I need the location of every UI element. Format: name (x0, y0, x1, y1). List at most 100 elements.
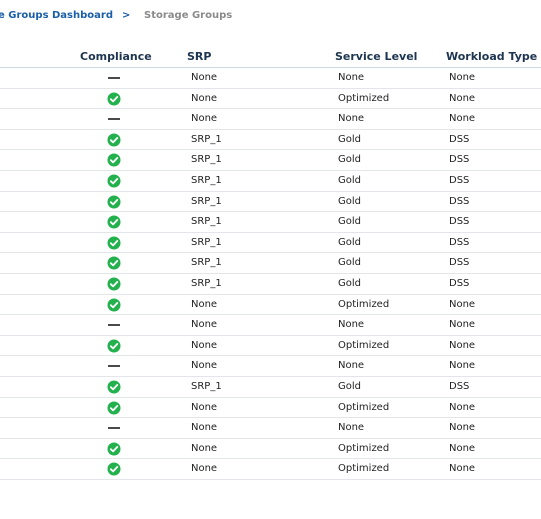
table-row[interactable]: None None None (0, 356, 541, 377)
service-level-cell: Optimized (338, 442, 390, 454)
service-level-cell: Gold (338, 154, 361, 166)
check-circle-icon (107, 401, 121, 414)
compliance-cell (107, 133, 121, 147)
workload-type-cell: None (449, 298, 476, 310)
table-row[interactable]: None Optimized None (0, 439, 541, 460)
compliance-cell (107, 256, 121, 270)
srp-cell: None (191, 401, 218, 413)
workload-type-cell: DSS (449, 257, 470, 269)
table-row[interactable]: SRP_1 Gold DSS (0, 274, 541, 295)
table-row[interactable]: None None None (0, 418, 541, 439)
service-level-cell: Gold (338, 133, 361, 145)
workload-type-cell: None (449, 339, 476, 351)
table-row[interactable]: SRP_1 Gold DSS (0, 253, 541, 274)
compliance-cell (107, 215, 121, 229)
srp-cell: None (191, 72, 218, 83)
table-row[interactable]: SRP_1 Gold DSS (0, 150, 541, 171)
srp-cell: None (191, 360, 218, 372)
service-level-cell: Gold (338, 257, 361, 269)
table-row[interactable]: None Optimized None (0, 89, 541, 110)
service-level-cell: Optimized (338, 339, 390, 351)
srp-cell: SRP_1 (191, 195, 222, 207)
breadcrumb-parent-wrap: Storage Groups Dashboard (0, 9, 113, 23)
workload-type-cell: DSS (449, 236, 470, 248)
column-header-srp[interactable]: SRP (187, 50, 211, 63)
workload-type-cell: DSS (449, 133, 470, 145)
table-header-row: Compliance SRP Service Level Workload Ty… (0, 46, 541, 68)
table-row[interactable]: None None None (0, 315, 541, 336)
check-circle-icon (107, 442, 121, 456)
table-row[interactable]: SRP_1 Gold DSS (0, 212, 541, 233)
check-circle-icon (107, 174, 121, 188)
table-row[interactable]: None Optimized None (0, 459, 541, 480)
workload-type-cell: DSS (449, 154, 470, 166)
service-level-cell: Gold (338, 195, 361, 207)
srp-cell: SRP_1 (191, 216, 222, 228)
compliance-cell (107, 195, 121, 209)
compliance-cell (107, 442, 121, 456)
check-circle-icon (107, 462, 121, 476)
service-level-cell: Gold (338, 380, 361, 392)
breadcrumb-separator: > (122, 10, 131, 21)
compliance-cell (107, 153, 121, 167)
storage-groups-page: Storage Groups Dashboard > Storage Group… (0, 0, 541, 519)
compliance-cell (107, 112, 121, 126)
storage-groups-table: Compliance SRP Service Level Workload Ty… (0, 46, 541, 480)
table-row[interactable]: None Optimized None (0, 336, 541, 357)
table-row[interactable]: SRP_1 Gold DSS (0, 377, 541, 398)
table-row[interactable]: SRP_1 Gold DSS (0, 192, 541, 213)
table-row[interactable]: None None None (0, 109, 541, 130)
service-level-cell: Gold (338, 174, 361, 186)
table-row[interactable]: SRP_1 Gold DSS (0, 171, 541, 192)
table-row[interactable]: None None None (0, 68, 541, 89)
service-level-cell: None (338, 72, 365, 83)
service-level-cell: None (338, 113, 365, 125)
service-level-cell: Gold (338, 236, 361, 248)
dash-icon (108, 427, 120, 430)
column-header-service-level[interactable]: Service Level (335, 50, 417, 63)
workload-type-cell: None (449, 442, 476, 454)
compliance-cell (107, 174, 121, 188)
check-circle-icon (107, 92, 121, 106)
check-circle-icon (107, 236, 121, 250)
srp-cell: None (191, 298, 218, 310)
service-level-cell: Gold (338, 216, 361, 228)
compliance-cell (107, 236, 121, 250)
srp-cell: SRP_1 (191, 174, 222, 186)
service-level-cell: Gold (338, 277, 361, 289)
compliance-cell (107, 462, 121, 476)
dash-icon (108, 365, 120, 368)
check-circle-icon (107, 256, 121, 270)
srp-cell: None (191, 422, 218, 434)
table-row[interactable]: None Optimized None (0, 398, 541, 419)
table-row[interactable]: None Optimized None (0, 295, 541, 316)
column-header-compliance[interactable]: Compliance (80, 50, 152, 63)
table-body: None None None None Optimized None None None Non… (0, 68, 541, 480)
srp-cell: None (191, 442, 218, 454)
service-level-cell: Optimized (338, 298, 390, 310)
srp-cell: SRP_1 (191, 154, 222, 166)
check-circle-icon (107, 380, 121, 394)
srp-cell: SRP_1 (191, 133, 222, 145)
service-level-cell: Optimized (338, 401, 390, 413)
check-circle-icon (107, 298, 121, 312)
compliance-cell (107, 318, 121, 332)
workload-type-cell: DSS (449, 195, 470, 207)
breadcrumb-parent-link[interactable]: Storage Groups Dashboard (0, 9, 113, 23)
srp-cell: SRP_1 (191, 236, 222, 248)
workload-type-cell: None (449, 401, 476, 413)
service-level-cell: Optimized (338, 463, 390, 475)
table-row[interactable]: SRP_1 Gold DSS (0, 130, 541, 151)
workload-type-cell: None (449, 463, 476, 475)
compliance-cell (107, 277, 121, 291)
table-row[interactable]: SRP_1 Gold DSS (0, 233, 541, 254)
srp-cell: None (191, 463, 218, 475)
service-level-cell: None (338, 360, 365, 372)
service-level-cell: Optimized (338, 92, 390, 104)
column-header-workload-type[interactable]: Workload Type (446, 50, 537, 63)
srp-cell: SRP_1 (191, 380, 222, 392)
service-level-cell: None (338, 319, 365, 331)
dash-icon (108, 324, 120, 327)
srp-cell: None (191, 92, 218, 104)
workload-type-cell: None (449, 72, 476, 83)
